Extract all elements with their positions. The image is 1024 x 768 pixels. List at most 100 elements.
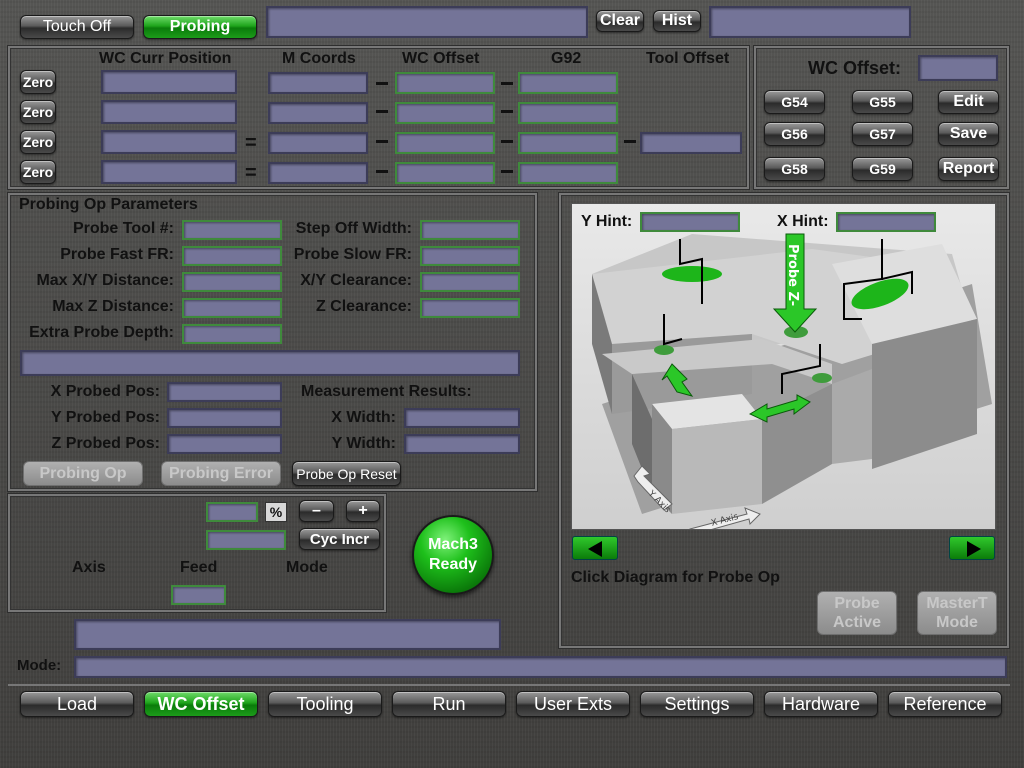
minus-sign (624, 140, 636, 143)
hist-button[interactable]: Hist (653, 10, 701, 32)
wc-curr-z-field (101, 130, 237, 154)
max-z-distance-field[interactable] (182, 298, 282, 318)
x-hint-label: X Hint: (777, 213, 829, 230)
header-tool-offset: Tool Offset (646, 50, 730, 67)
wc-curr-y-field (101, 100, 237, 124)
save-button[interactable]: Save (938, 122, 999, 146)
mastert-mode-button[interactable]: MasterT Mode (917, 591, 997, 635)
message-input[interactable] (266, 6, 588, 38)
x-width-field (404, 408, 520, 428)
arrow-left-icon (588, 541, 602, 557)
wc-offset-y-field[interactable] (395, 102, 495, 124)
probe-status-bar (20, 350, 520, 376)
wc-curr-a-field (101, 160, 237, 184)
g59-button[interactable]: G59 (852, 157, 913, 181)
feed-value-field[interactable] (171, 585, 226, 605)
x-axis-label: X Axis (710, 512, 740, 529)
minus-sign (501, 140, 513, 143)
probe-active-button[interactable]: Probe Active (817, 591, 897, 635)
zero-z-button[interactable]: Zero (20, 130, 56, 154)
zero-y-button[interactable]: Zero (20, 100, 56, 124)
tab-load[interactable]: Load (20, 691, 134, 717)
probe-tool-field[interactable] (182, 220, 282, 240)
y-width-label: Y Width: (331, 435, 396, 452)
probe-diagram-svg: Probe Z- Y Axis X Axis (592, 233, 992, 529)
probing-button[interactable]: Probing (143, 15, 257, 39)
feed-minus-button[interactable]: – (299, 500, 334, 522)
cyc-incr-field[interactable] (206, 530, 286, 550)
max-xy-distance-field[interactable] (182, 272, 282, 292)
tab-run[interactable]: Run (392, 691, 506, 717)
tab-user-exts[interactable]: User Exts (516, 691, 630, 717)
g56-button[interactable]: G56 (764, 122, 825, 146)
probing-params-title: Probing Op Parameters (19, 196, 198, 213)
g92-y-field[interactable] (518, 102, 618, 124)
mach3-ready-led[interactable]: Mach3 Ready (412, 515, 494, 595)
m-coords-x-field (268, 72, 368, 94)
tab-settings[interactable]: Settings (640, 691, 754, 717)
z-clearance-label: Z Clearance: (315, 298, 412, 315)
minus-sign (376, 82, 388, 85)
max-xy-distance-label: Max X/Y Distance: (36, 272, 174, 289)
feed-plus-button[interactable]: + (346, 500, 380, 522)
g92-z-field[interactable] (518, 132, 618, 154)
probe-fast-fr-field[interactable] (182, 246, 282, 266)
y-hint-field[interactable] (640, 212, 740, 232)
g92-a-field[interactable] (518, 162, 618, 184)
g57-button[interactable]: G57 (852, 122, 913, 146)
minus-sign (376, 170, 388, 173)
step-off-width-label: Step Off Width: (295, 220, 412, 237)
diagram-next-button[interactable] (949, 536, 995, 560)
probe-active-line1: Probe (834, 595, 880, 612)
extra-probe-depth-field[interactable] (182, 324, 282, 344)
equals-sign: = (245, 162, 257, 184)
g54-button[interactable]: G54 (764, 90, 825, 114)
y-probed-pos-label: Y Probed Pos: (50, 409, 160, 426)
probe-tool-label: Probe Tool #: (72, 220, 174, 237)
tab-tooling[interactable]: Tooling (268, 691, 382, 717)
x-probed-pos-field (167, 382, 282, 402)
arrow-right-icon (967, 541, 981, 557)
header-g92: G92 (551, 50, 582, 67)
z-clearance-field[interactable] (420, 298, 520, 318)
touch-off-button[interactable]: Touch Off (20, 15, 134, 39)
g55-button[interactable]: G55 (852, 90, 913, 114)
report-button[interactable]: Report (938, 157, 999, 181)
cyc-incr-button[interactable]: Cyc Incr (299, 528, 380, 550)
mastert-line2: Mode (936, 614, 978, 631)
diagram-prev-button[interactable] (572, 536, 618, 560)
wc-offset-z-field[interactable] (395, 132, 495, 154)
wc-offset-a-field[interactable] (395, 162, 495, 184)
clear-button[interactable]: Clear (596, 10, 644, 32)
step-off-width-field[interactable] (420, 220, 520, 240)
mode-field (74, 656, 1007, 678)
x-probed-pos-label: X Probed Pos: (50, 383, 160, 400)
probe-slow-fr-field[interactable] (420, 246, 520, 266)
probe-op-reset-button[interactable]: Probe Op Reset (292, 461, 401, 486)
xy-clearance-label: X/Y Clearance: (300, 272, 412, 289)
probe-z-label: Probe Z- (785, 244, 800, 306)
g58-button[interactable]: G58 (764, 157, 825, 181)
feed-percent-field[interactable] (206, 502, 258, 522)
zero-a-button[interactable]: Zero (20, 160, 56, 184)
history-field[interactable] (709, 6, 911, 38)
g92-x-field[interactable] (518, 72, 618, 94)
extra-probe-depth-label: Extra Probe Depth: (29, 324, 174, 341)
header-m-coords: M Coords (282, 50, 356, 67)
tab-hardware[interactable]: Hardware (764, 691, 878, 717)
edit-button[interactable]: Edit (938, 90, 999, 114)
xy-clearance-field[interactable] (420, 272, 520, 292)
zero-x-button[interactable]: Zero (20, 70, 56, 94)
probing-op-button[interactable]: Probing Op (23, 461, 143, 486)
mach3-label: Mach3 (428, 536, 478, 553)
tab-reference[interactable]: Reference (888, 691, 1002, 717)
probing-error-button[interactable]: Probing Error (161, 461, 281, 486)
m-coords-a-field (268, 162, 368, 184)
minus-sign (376, 140, 388, 143)
probe-fast-fr-label: Probe Fast FR: (60, 246, 174, 263)
probe-diagram[interactable]: Probe Z- Y Axis X Axis Y Hint: X Hint: (571, 203, 996, 530)
tab-wc-offset[interactable]: WC Offset (144, 691, 258, 717)
wc-offset-title: WC Offset: (808, 58, 901, 78)
x-hint-field[interactable] (836, 212, 936, 232)
wc-offset-x-field[interactable] (395, 72, 495, 94)
